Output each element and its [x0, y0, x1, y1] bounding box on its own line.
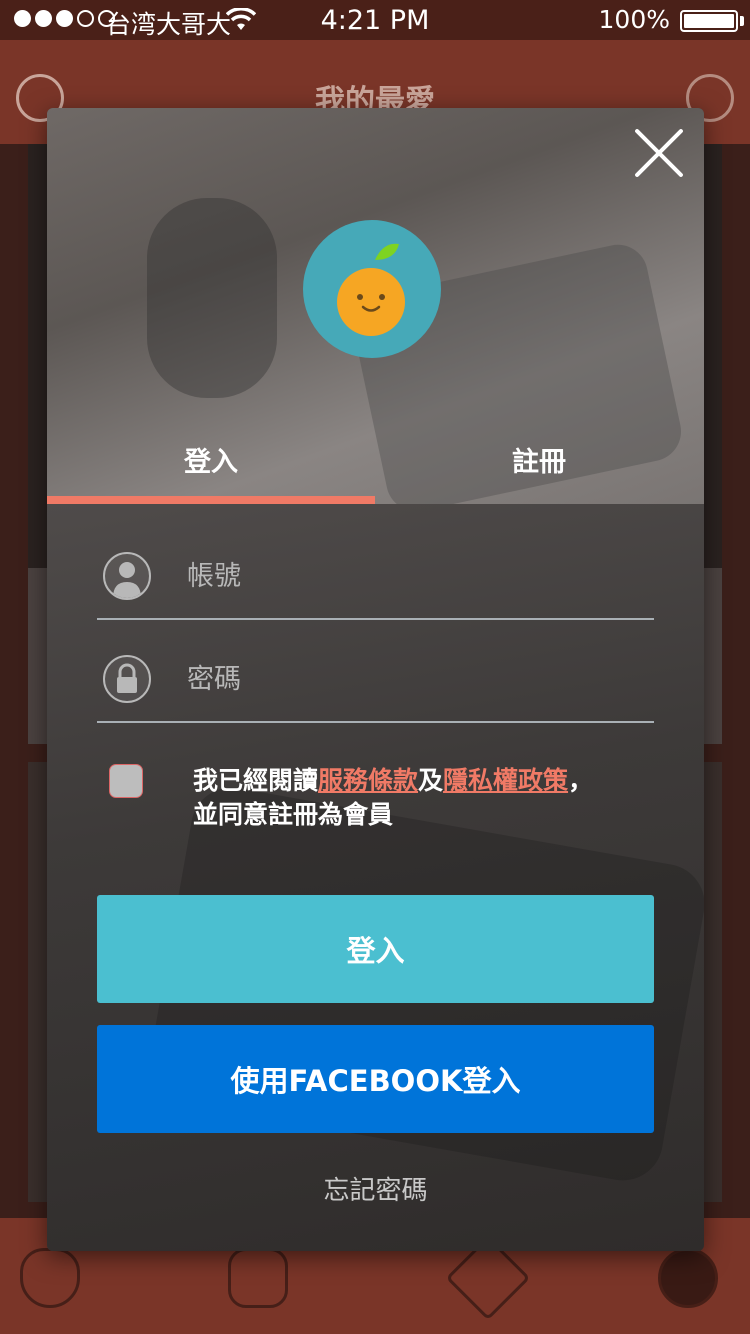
fire-icon [20, 1248, 80, 1308]
agreement-suffix: 並同意註冊為會員 [193, 800, 394, 829]
account-field [97, 534, 654, 620]
forgot-password-link[interactable]: 忘記密碼 [47, 1170, 704, 1207]
battery-tip [740, 16, 744, 26]
user-icon [103, 552, 151, 600]
lock-icon [103, 655, 151, 703]
agreement-checkbox[interactable] [109, 764, 143, 798]
hand-icon [228, 1248, 288, 1308]
password-input[interactable] [187, 655, 627, 703]
profile-icon [658, 1248, 718, 1308]
agreement-comma: ， [568, 766, 594, 795]
close-icon[interactable] [632, 126, 686, 180]
agreement-and: 及 [418, 766, 444, 795]
orange-icon [337, 243, 405, 336]
status-bar: 台湾大哥大 4:21 PM 100% [0, 0, 750, 40]
app-logo [303, 220, 441, 358]
facebook-login-button[interactable]: 使用FACEBOOK登入 [97, 1025, 654, 1133]
auth-tabs: 登入 註冊 [47, 428, 704, 504]
login-modal: 登入 註冊 我已經閱讀服務條款及隱私權政策， 並同意註冊為會員 登入 使用FAC… [47, 108, 704, 1251]
tab-login[interactable]: 登入 [47, 428, 375, 504]
login-button[interactable]: 登入 [97, 895, 654, 1003]
battery-percentage: 100% [598, 5, 670, 34]
tab-register[interactable]: 註冊 [375, 428, 703, 504]
account-input[interactable] [187, 552, 627, 600]
password-field [97, 637, 654, 723]
active-tab-indicator [47, 496, 375, 504]
privacy-link[interactable]: 隱私權政策 [443, 766, 568, 795]
agreement-text: 我已經閱讀服務條款及隱私權政策， 並同意註冊為會員 [193, 764, 673, 832]
agreement-prefix: 我已經閱讀 [193, 766, 319, 795]
battery-icon [680, 10, 738, 32]
terms-link[interactable]: 服務條款 [318, 766, 418, 795]
